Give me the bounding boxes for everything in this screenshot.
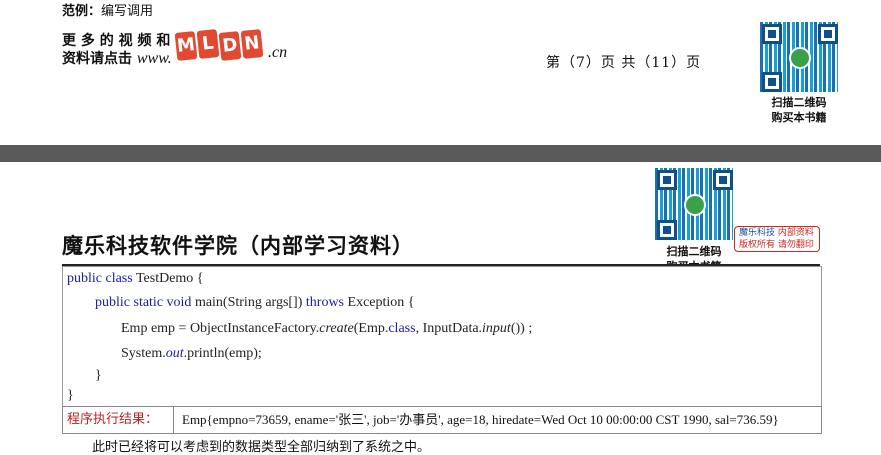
section-title: 魔乐科技软件学院（内部学习资料） — [62, 234, 414, 258]
code-line: System.out.println(emp); — [121, 346, 262, 361]
stamp-company: 魔乐科技 — [739, 228, 776, 238]
qr-finder-icon — [818, 24, 838, 44]
example-text: 编写调用 — [101, 4, 154, 19]
qr-finder-icon — [762, 72, 782, 92]
stamp-internal: 内部资料 — [777, 228, 814, 238]
cart-icon — [684, 194, 706, 216]
logo-letter-n: N — [240, 29, 264, 59]
logo-letter-m: M — [174, 31, 198, 61]
qr-finder-icon — [762, 24, 782, 44]
code-line: public static void main(String args[]) t… — [95, 295, 415, 310]
logo-suffix: .cn — [268, 44, 288, 61]
qr-finder-icon — [657, 220, 677, 240]
qr-code-mid[interactable]: 扫描二维码 购买本书籍 — [655, 168, 733, 274]
stamp-rights: 版权所有 请勿翻印 — [739, 240, 814, 250]
promo-url: www. — [136, 50, 172, 67]
promo-text: 更 多 的 视 频 和 资料请点击 www. — [62, 33, 172, 68]
qr-caption-1: 扫描二维码 — [655, 243, 733, 259]
code-line: } — [95, 368, 102, 383]
promo-line-2: 资料请点击 www. — [62, 50, 172, 67]
cart-icon — [789, 47, 811, 69]
example-heading: 范例：编写调用 — [62, 0, 153, 19]
promo-line-1: 更 多 的 视 频 和 — [62, 33, 171, 49]
copyright-stamp: 魔乐科技 内部资料 版权所有 请勿翻印 — [734, 226, 820, 252]
result-label: 程序执行结果： — [63, 407, 174, 433]
body-text: 此时已经将可以考虑到的数据类型全部归纳到了系统之中。 — [92, 440, 431, 455]
page-number: 第（7）页 共（11）页 — [546, 55, 702, 71]
result-text: Emp{empno=73659, ename='张三', job='办事员', … — [182, 412, 779, 427]
result-row: 程序执行结果： Emp{empno=73659, ename='张三', job… — [62, 406, 822, 434]
qr-caption-1: 扫描二维码 — [771, 96, 827, 109]
logo-letter-l: L — [196, 29, 220, 59]
qr-finder-icon — [657, 170, 677, 190]
mldn-logo[interactable]: M L D N — [174, 28, 266, 66]
code-line: public class TestDemo { — [67, 271, 204, 286]
code-line: Emp emp = ObjectInstanceFactory.create(E… — [121, 321, 533, 336]
qr-finder-icon — [713, 170, 733, 190]
code-line: } — [67, 388, 74, 403]
qr-code-top[interactable]: 扫描二维码 购买本书籍 — [760, 22, 838, 128]
qr-caption-2: 购买本书籍 — [771, 111, 827, 124]
page-divider-band — [0, 145, 881, 162]
logo-letter-d: D — [218, 31, 242, 61]
example-label: 范例： — [62, 4, 102, 19]
code-block: public class TestDemo { public static vo… — [62, 266, 822, 408]
